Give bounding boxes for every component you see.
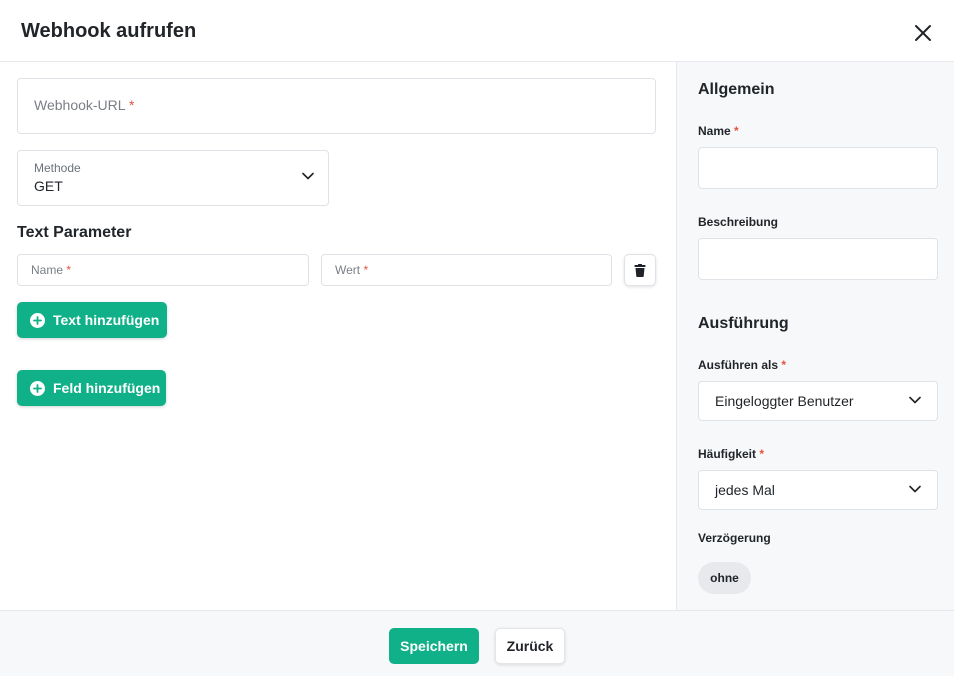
text-parameter-title: Text Parameter [17, 224, 132, 241]
execution-heading: Ausführung [698, 315, 789, 332]
param-value-input[interactable]: Wert * [321, 254, 612, 286]
plus-circle-icon [30, 380, 45, 396]
description-label: Beschreibung [698, 215, 779, 229]
method-value: GET [34, 178, 63, 194]
settings-sidebar: Allgemein Name * Beschreibung Ausführung… [676, 62, 954, 610]
webhook-url-input[interactable]: Webhook-URL * [17, 78, 656, 134]
chevron-down-icon [909, 485, 921, 493]
run-as-label: Ausführen als * [698, 358, 787, 372]
chevron-down-icon [909, 396, 921, 404]
delay-chip[interactable]: ohne [698, 562, 751, 594]
webhook-url-label: Webhook-URL * [34, 97, 135, 113]
add-text-button[interactable]: Text hinzufügen [17, 302, 167, 338]
run-as-select[interactable]: Eingeloggter Benutzer [698, 381, 938, 421]
delete-parameter-button[interactable] [624, 254, 656, 286]
trash-icon [634, 263, 646, 277]
method-select[interactable]: Methode GET [17, 150, 329, 206]
frequency-label: Häufigkeit * [698, 447, 765, 461]
add-field-button[interactable]: Feld hinzufügen [17, 370, 166, 406]
plus-circle-icon [30, 312, 45, 328]
webhook-dialog: Webhook aufrufen Webhook-URL * Methode G… [0, 0, 954, 676]
main-panel: Webhook-URL * Methode GET Text Parameter… [0, 62, 676, 610]
dialog-header: Webhook aufrufen [0, 0, 954, 62]
name-input[interactable] [698, 147, 938, 189]
name-label: Name * [698, 124, 739, 138]
run-as-value: Eingeloggter Benutzer [715, 393, 854, 409]
dialog-title: Webhook aufrufen [21, 20, 197, 42]
close-button[interactable] [908, 18, 938, 48]
frequency-value: jedes Mal [715, 482, 775, 498]
delay-label: Verzögerung [698, 531, 771, 545]
param-name-placeholder: Name * [31, 263, 72, 277]
back-button[interactable]: Zurück [495, 628, 565, 664]
param-value-placeholder: Wert * [335, 263, 369, 277]
method-label: Methode [34, 161, 81, 175]
dialog-footer: Speichern Zurück [0, 610, 954, 676]
general-heading: Allgemein [698, 81, 775, 98]
add-field-label: Feld hinzufügen [53, 380, 161, 396]
param-name-input[interactable]: Name * [17, 254, 309, 286]
save-button[interactable]: Speichern [389, 628, 479, 664]
frequency-select[interactable]: jedes Mal [698, 470, 938, 510]
add-text-label: Text hinzufügen [53, 312, 160, 328]
close-icon [915, 25, 931, 41]
chevron-down-icon [302, 172, 314, 180]
description-input[interactable] [698, 238, 938, 280]
